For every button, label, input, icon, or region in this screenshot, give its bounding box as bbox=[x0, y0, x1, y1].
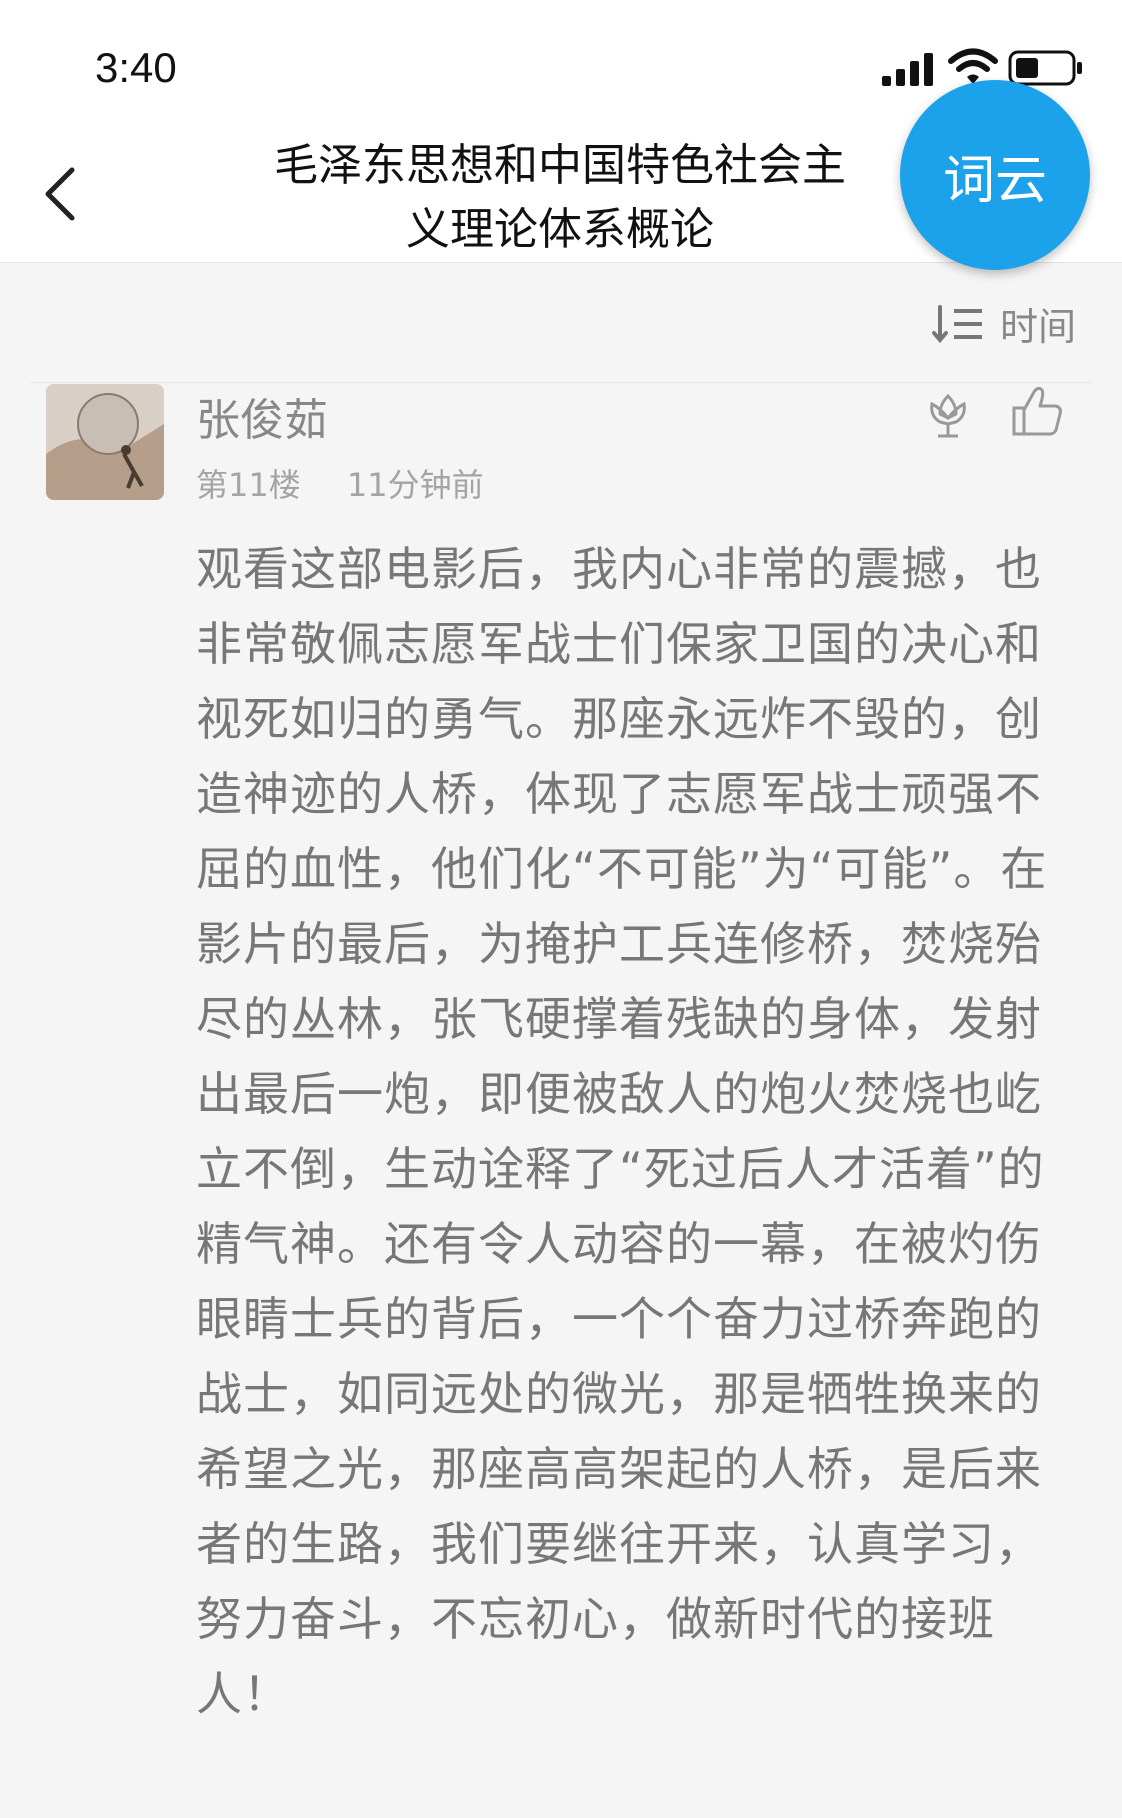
screen: 3:40 毛泽东思想和中国特色社会主义理论体系概论 词云 时间 张俊茹 第11楼… bbox=[0, 0, 1122, 1818]
avatar[interactable] bbox=[46, 384, 164, 500]
status-time: 3:40 bbox=[95, 44, 177, 91]
sort-descending-icon bbox=[931, 304, 982, 343]
comment-time: 11分钟前 bbox=[346, 466, 484, 504]
thumbs-up-icon[interactable] bbox=[1010, 384, 1064, 438]
sort-label: 时间 bbox=[999, 305, 1076, 349]
page-title: 毛泽东思想和中国特色社会主义理论体系概论 bbox=[274, 140, 846, 255]
comment-body: 观看这部电影后，我内心非常的震撼，也非常敬佩志愿军战士们保家卫国的决心和视死如归… bbox=[196, 542, 1048, 1721]
battery-icon bbox=[1008, 50, 1082, 86]
cellular-signal-icon bbox=[882, 53, 933, 86]
word-cloud-button[interactable]: 词云 bbox=[900, 80, 1090, 270]
flower-icon[interactable] bbox=[922, 388, 974, 440]
comment-floor: 第11楼 bbox=[196, 466, 301, 504]
divider bbox=[30, 382, 1092, 383]
comment-author[interactable]: 张俊茹 bbox=[196, 384, 328, 448]
avatar-image bbox=[46, 384, 164, 500]
sort-by-time-button[interactable]: 时间 bbox=[931, 296, 1076, 351]
comment-meta: 第11楼 11分钟前 bbox=[196, 460, 520, 506]
chevron-left-icon[interactable] bbox=[40, 164, 80, 224]
